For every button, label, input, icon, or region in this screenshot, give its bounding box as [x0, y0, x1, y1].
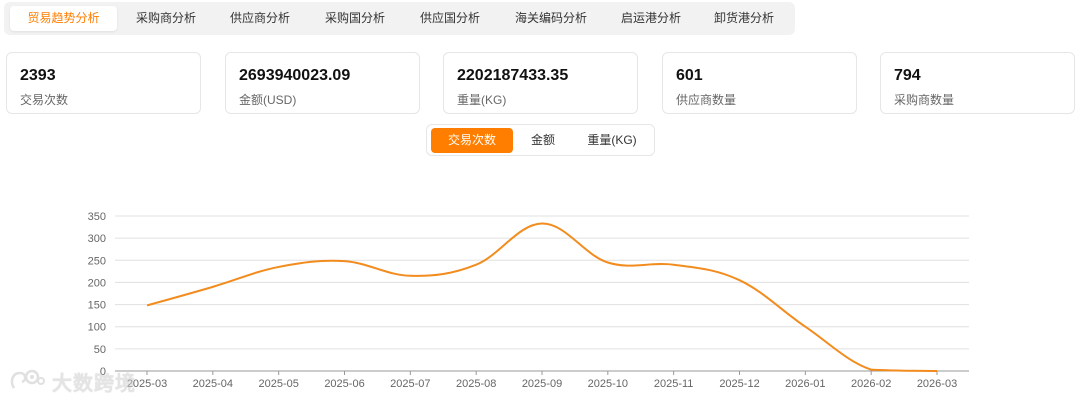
data-point[interactable] — [473, 262, 479, 268]
stat-label: 重量(KG) — [457, 93, 507, 107]
y-tick-label: 200 — [88, 277, 106, 289]
data-point[interactable] — [868, 367, 874, 373]
stat-label: 采购商数量 — [894, 93, 955, 107]
metric-amount-button[interactable]: 金额 — [517, 128, 569, 153]
stat-label: 金额(USD) — [239, 93, 297, 107]
data-point[interactable] — [210, 284, 216, 290]
x-tick-label: 2025-04 — [193, 378, 233, 390]
x-tick-label: 2025-06 — [324, 378, 364, 390]
data-point[interactable] — [276, 264, 282, 270]
stat-value: 2693940023.09 — [239, 67, 351, 84]
stat-card-supplier-count: 601 供应商数量 — [662, 52, 857, 114]
y-tick-label: 50 — [94, 344, 106, 356]
stat-value: 794 — [894, 67, 921, 84]
x-tick-label: 2026-03 — [917, 378, 957, 390]
x-tick-label: 2025-08 — [456, 378, 496, 390]
watermark-text: 大数跨境 — [52, 372, 136, 395]
data-point[interactable] — [671, 262, 677, 268]
stat-card-amount: 2693940023.09 金额(USD) — [225, 52, 420, 114]
x-tick-label: 2025-12 — [719, 378, 759, 390]
stat-value: 601 — [676, 67, 703, 84]
metric-toggle: 交易次数 金额 重量(KG) — [426, 124, 655, 156]
brand-logo-icon — [10, 369, 45, 389]
tab-discharge-port-analysis[interactable]: 卸货港分析 — [700, 6, 788, 31]
x-tick-label: 2025-09 — [522, 378, 562, 390]
y-tick-label: 250 — [88, 255, 106, 267]
data-point[interactable] — [605, 260, 611, 266]
tab-origin-port-analysis[interactable]: 启运港分析 — [607, 6, 695, 31]
data-point[interactable] — [539, 221, 545, 227]
y-tick-label: 150 — [88, 300, 106, 312]
watermark: 大数跨境 — [8, 366, 136, 396]
tab-buyer-analysis[interactable]: 采购商分析 — [122, 6, 210, 31]
data-point[interactable] — [802, 324, 808, 330]
stat-label: 交易次数 — [20, 93, 69, 107]
metric-transactions-button[interactable]: 交易次数 — [431, 128, 513, 153]
x-tick-label: 2026-01 — [785, 378, 825, 390]
tab-supplier-analysis[interactable]: 供应商分析 — [215, 6, 305, 31]
metric-weight-button[interactable]: 重量(KG) — [573, 128, 651, 153]
tab-trade-trend[interactable]: 贸易趋势分析 — [10, 6, 117, 31]
data-point[interactable] — [342, 258, 348, 264]
analysis-tabbar: 贸易趋势分析 采购商分析 供应商分析 采购国分析 供应国分析 海关编码分析 启运… — [4, 2, 795, 35]
data-point[interactable] — [407, 273, 413, 279]
y-tick-label: 100 — [88, 322, 106, 334]
data-point[interactable] — [934, 368, 940, 374]
stat-value: 2393 — [20, 67, 56, 84]
tab-hs-code-analysis[interactable]: 海关编码分析 — [500, 6, 602, 31]
data-point[interactable] — [737, 277, 743, 283]
stat-card-buyer-count: 794 采购商数量 — [880, 52, 1075, 114]
stat-value: 2202187433.35 — [457, 67, 569, 84]
tab-supplier-country-analysis[interactable]: 供应国分析 — [405, 6, 495, 31]
stat-card-weight: 2202187433.35 重量(KG) — [443, 52, 638, 114]
tab-buyer-country-analysis[interactable]: 采购国分析 — [310, 6, 400, 31]
x-tick-label: 2025-10 — [588, 378, 628, 390]
x-tick-label: 2026-02 — [851, 378, 891, 390]
data-point[interactable] — [144, 302, 150, 308]
stat-card-transactions: 2393 交易次数 — [6, 52, 201, 114]
x-tick-label: 2025-07 — [390, 378, 430, 390]
x-tick-label: 2025-05 — [258, 378, 298, 390]
x-tick-label: 2025-11 — [654, 378, 694, 390]
y-tick-label: 300 — [88, 233, 106, 245]
y-tick-label: 350 — [88, 211, 106, 223]
stat-label: 供应商数量 — [676, 93, 737, 107]
trade-trend-line-chart: 050100150200250300350 2025-03 2025-04 2025… — [88, 211, 969, 390]
